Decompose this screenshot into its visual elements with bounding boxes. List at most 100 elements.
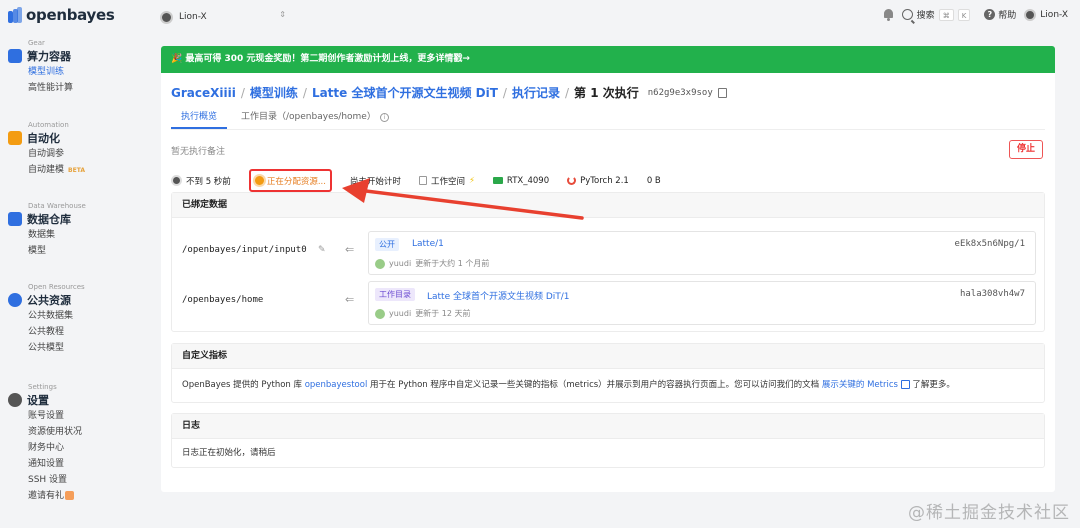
user-avatar <box>375 308 385 319</box>
section-title: 数据仓库 <box>27 213 71 226</box>
section-title: 自动化 <box>27 132 60 145</box>
section-title: 设置 <box>27 394 49 407</box>
tab-overview[interactable]: 执行概览 <box>171 109 228 129</box>
section-header[interactable]: 公共资源 <box>8 293 85 307</box>
sidebar-section-open: Open Resources 公共资源 公共数据集 公共教程 公共模型 <box>8 283 85 357</box>
gpu-text: RTX_4090 <box>506 175 550 186</box>
tabs-divider <box>171 129 1045 130</box>
sidebar-section-settings: Settings 设置 账号设置 资源使用状况 财务中心 通知设置 SSH 设置… <box>8 383 82 505</box>
meta-timer: 尚未开始计时 <box>350 175 401 187</box>
tab-workdir-label: 工作目录（/openbayes/home） <box>241 112 376 122</box>
logo-text: openbayes <box>26 6 115 24</box>
copy-icon[interactable] <box>717 87 727 98</box>
dataset-card[interactable]: 公开 Latte/1 eEk8x5n6Npg/1 yuudi 更新于大约 1 个… <box>368 231 1036 275</box>
kbd-k: K <box>957 8 971 21</box>
execution-remark[interactable]: 暂无执行备注 <box>171 144 225 157</box>
section-header[interactable]: 算力容器 <box>8 49 73 63</box>
breadcrumb-records[interactable]: 执行记录 <box>512 84 560 101</box>
bound-data-panel: 已绑定数据 /openbayes/input/input0 ✎ ⇐ 公开 Lat… <box>171 192 1045 332</box>
openbayes-logo-icon <box>8 7 22 23</box>
dataset-updated: yuudi 更新于 12 天前 <box>375 308 470 319</box>
meta-workspace[interactable]: 工作空间 ⚡ <box>418 175 475 187</box>
breadcrumb-separator: / <box>302 85 307 100</box>
metrics-panel: 自定义指标 OpenBayes 提供的 Python 库 openbayesto… <box>171 343 1045 403</box>
breadcrumb-separator: / <box>564 85 570 100</box>
watermark: @稀土掘金技术社区 <box>908 503 1070 523</box>
section-header[interactable]: 自动化 <box>8 131 85 145</box>
user-avatar <box>375 258 385 269</box>
metrics-description: OpenBayes 提供的 Python 库 openbayestool 用于在… <box>172 369 1044 402</box>
search-icon <box>901 9 913 20</box>
section-header[interactable]: 数据仓库 <box>8 212 86 226</box>
info-icon: i <box>379 113 389 122</box>
sidebar-item-models[interactable]: 模型 <box>28 242 86 260</box>
kbd-cmd: ⌘ <box>938 8 954 21</box>
breadcrumb-user[interactable]: GraceXiiii <box>171 86 236 100</box>
openbayestool-link[interactable]: openbayestool <box>305 380 368 390</box>
dataset-version: eEk8x5n6Npg/1 <box>954 239 1025 249</box>
logo[interactable]: openbayes <box>8 6 115 24</box>
pin-icon: ✎ <box>318 245 326 255</box>
lightning-icon: ⚡ <box>468 175 475 186</box>
automation-icon <box>8 131 22 145</box>
search-button[interactable]: 搜索 ⌘ K <box>901 8 971 21</box>
status-badge: 正在分配资源... <box>248 169 332 192</box>
help-label: 帮助 <box>998 11 1017 21</box>
updated-time: 更新于大约 1 个月前 <box>415 259 490 268</box>
timer-text: 尚未开始计时 <box>349 176 401 187</box>
dataset-name[interactable]: Latte/1 <box>412 239 444 249</box>
sidebar: Gear 算力容器 模型训练 高性能计算 Automation 自动化 自动调参… <box>0 34 150 528</box>
bell-icon[interactable] <box>883 8 894 21</box>
panel-title: 已绑定数据 <box>172 193 1044 218</box>
panel-title: 日志 <box>172 414 1044 439</box>
breadcrumb-job[interactable]: Latte 全球首个开源文生视频 DiT <box>312 84 498 101</box>
sidebar-item-label: 自动建模 <box>28 165 65 175</box>
tab-workdir[interactable]: 工作目录（/openbayes/home） i <box>231 109 399 129</box>
sidebar-item-hpc[interactable]: 高性能计算 <box>28 79 73 97</box>
meta-created: 不到 5 秒前 <box>171 175 231 187</box>
public-resources-icon <box>8 293 22 307</box>
section-title: 算力容器 <box>27 50 71 63</box>
list-item: /openbayes/input/input0 ✎ ⇐ 公开 Latte/1 e… <box>182 231 1036 275</box>
workspace-name: Lion-X <box>179 12 207 22</box>
sidebar-item-invite[interactable]: 邀请有礼 <box>28 487 82 505</box>
help-button[interactable]: ? 帮助 <box>984 8 1016 21</box>
execution-meta: 不到 5 秒前 正在分配资源... 尚未开始计时 工作空间 ⚡ RTX_4090… <box>171 169 679 192</box>
dataset-card[interactable]: 工作目录 Latte 全球首个开源文生视频 DiT/1 hala308vh4w7… <box>368 281 1036 325</box>
meta-gpu: RTX_4090 <box>492 175 550 186</box>
dataset-name[interactable]: Latte 全球首个开源文生视频 DiT/1 <box>427 289 570 302</box>
top-right-tools: 搜索 ⌘ K ? 帮助 Lion-X <box>883 8 1068 21</box>
user-menu[interactable]: Lion-X <box>1024 8 1068 21</box>
arrow-left-icon: ⇐ <box>345 243 355 256</box>
metrics-text: 了解更多。 <box>909 380 955 390</box>
breadcrumb-project[interactable]: 模型训练 <box>250 84 298 101</box>
meta-framework: PyTorch 2.1 <box>567 176 629 186</box>
updated-time: 更新于 12 天前 <box>415 309 471 318</box>
execution-id: n62g9e3x9soy <box>647 87 713 98</box>
main-panel: 🎉 最高可得 300 元现金奖励！第二期创作者激励计划上线，更多详情戳→ Gra… <box>161 46 1055 492</box>
list-item: /openbayes/home ⇐ 工作目录 Latte 全球首个开源文生视频 … <box>182 281 1036 325</box>
panel-title: 自定义指标 <box>172 344 1044 369</box>
pytorch-icon <box>567 176 577 185</box>
dataset-version: hala308vh4w7 <box>959 289 1025 299</box>
breadcrumb-separator: / <box>502 85 507 100</box>
visibility-tag: 工作目录 <box>375 288 415 301</box>
workspace-switcher[interactable]: Lion-X ⇕ <box>160 9 286 25</box>
size-text: 0 B <box>646 175 661 186</box>
metrics-text: OpenBayes 提供的 Python 库 <box>182 380 305 390</box>
database-icon <box>8 212 22 226</box>
sidebar-item-public-models[interactable]: 公共模型 <box>28 339 85 357</box>
metrics-text: 用于在 Python 程序中自定义记录一些关键的指标（metrics）并展示到用… <box>367 380 822 390</box>
log-content: 日志正在初始化，请稍后 <box>182 448 276 458</box>
section-header[interactable]: 设置 <box>8 393 82 407</box>
top-bar: openbayes Lion-X ⇕ 搜索 ⌘ K ? 帮助 Lion-X <box>0 0 1080 34</box>
promo-banner[interactable]: 🎉 最高可得 300 元现金奖励！第二期创作者激励计划上线，更多详情戳→ <box>161 46 1055 73</box>
section-title: 公共资源 <box>27 294 71 307</box>
stop-button[interactable]: 停止 <box>1009 140 1043 159</box>
metrics-docs-link[interactable]: 展示关键的 Metrics <box>822 380 898 390</box>
dataset-updated: yuudi 更新于大约 1 个月前 <box>375 258 489 269</box>
tabs: 执行概览 工作目录（/openbayes/home） i <box>171 109 399 129</box>
sidebar-item-automl[interactable]: 自动建模 BETA <box>28 161 85 179</box>
gift-icon <box>65 491 75 500</box>
mount-path: /openbayes/home <box>182 295 264 305</box>
